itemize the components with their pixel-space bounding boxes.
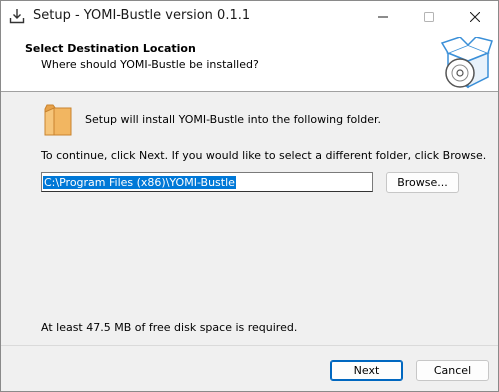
minimize-button[interactable] (360, 1, 406, 32)
destination-path-input[interactable]: C:\Program Files (x86)\YOMI-Bustle (41, 172, 373, 192)
cancel-button[interactable]: Cancel (416, 360, 489, 381)
page-subtitle: Where should YOMI-Bustle be installed? (41, 58, 259, 71)
next-button[interactable]: Next (330, 360, 403, 381)
maximize-icon (424, 11, 434, 22)
title-bar[interactable]: Setup - YOMI-Bustle version 0.1.1 (1, 1, 498, 32)
page-title: Select Destination Location (25, 42, 196, 55)
close-icon (470, 11, 480, 22)
setup-app-icon (9, 9, 25, 24)
cancel-button-label: Cancel (433, 364, 472, 377)
footer-divider (1, 345, 498, 346)
next-button-label: Next (353, 364, 380, 377)
window-title: Setup - YOMI-Bustle version 0.1.1 (33, 8, 251, 23)
folder-icon (44, 104, 72, 136)
wizard-header: Select Destination Location Where should… (1, 32, 498, 92)
setup-box-disc-icon (440, 37, 493, 89)
disk-space-requirement: At least 47.5 MB of free disk space is r… (41, 321, 298, 334)
close-button[interactable] (452, 1, 498, 32)
browse-button[interactable]: Browse... (386, 172, 459, 193)
maximize-button[interactable] (406, 1, 452, 32)
browse-button-label: Browse... (397, 176, 448, 189)
install-message: Setup will install YOMI-Bustle into the … (85, 113, 382, 126)
minimize-icon (378, 16, 388, 17)
continue-instructions: To continue, click Next. If you would li… (41, 149, 487, 162)
destination-path-value: C:\Program Files (x86)\YOMI-Bustle (43, 175, 236, 189)
setup-window: Setup - YOMI-Bustle version 0.1.1 Select… (0, 0, 499, 392)
